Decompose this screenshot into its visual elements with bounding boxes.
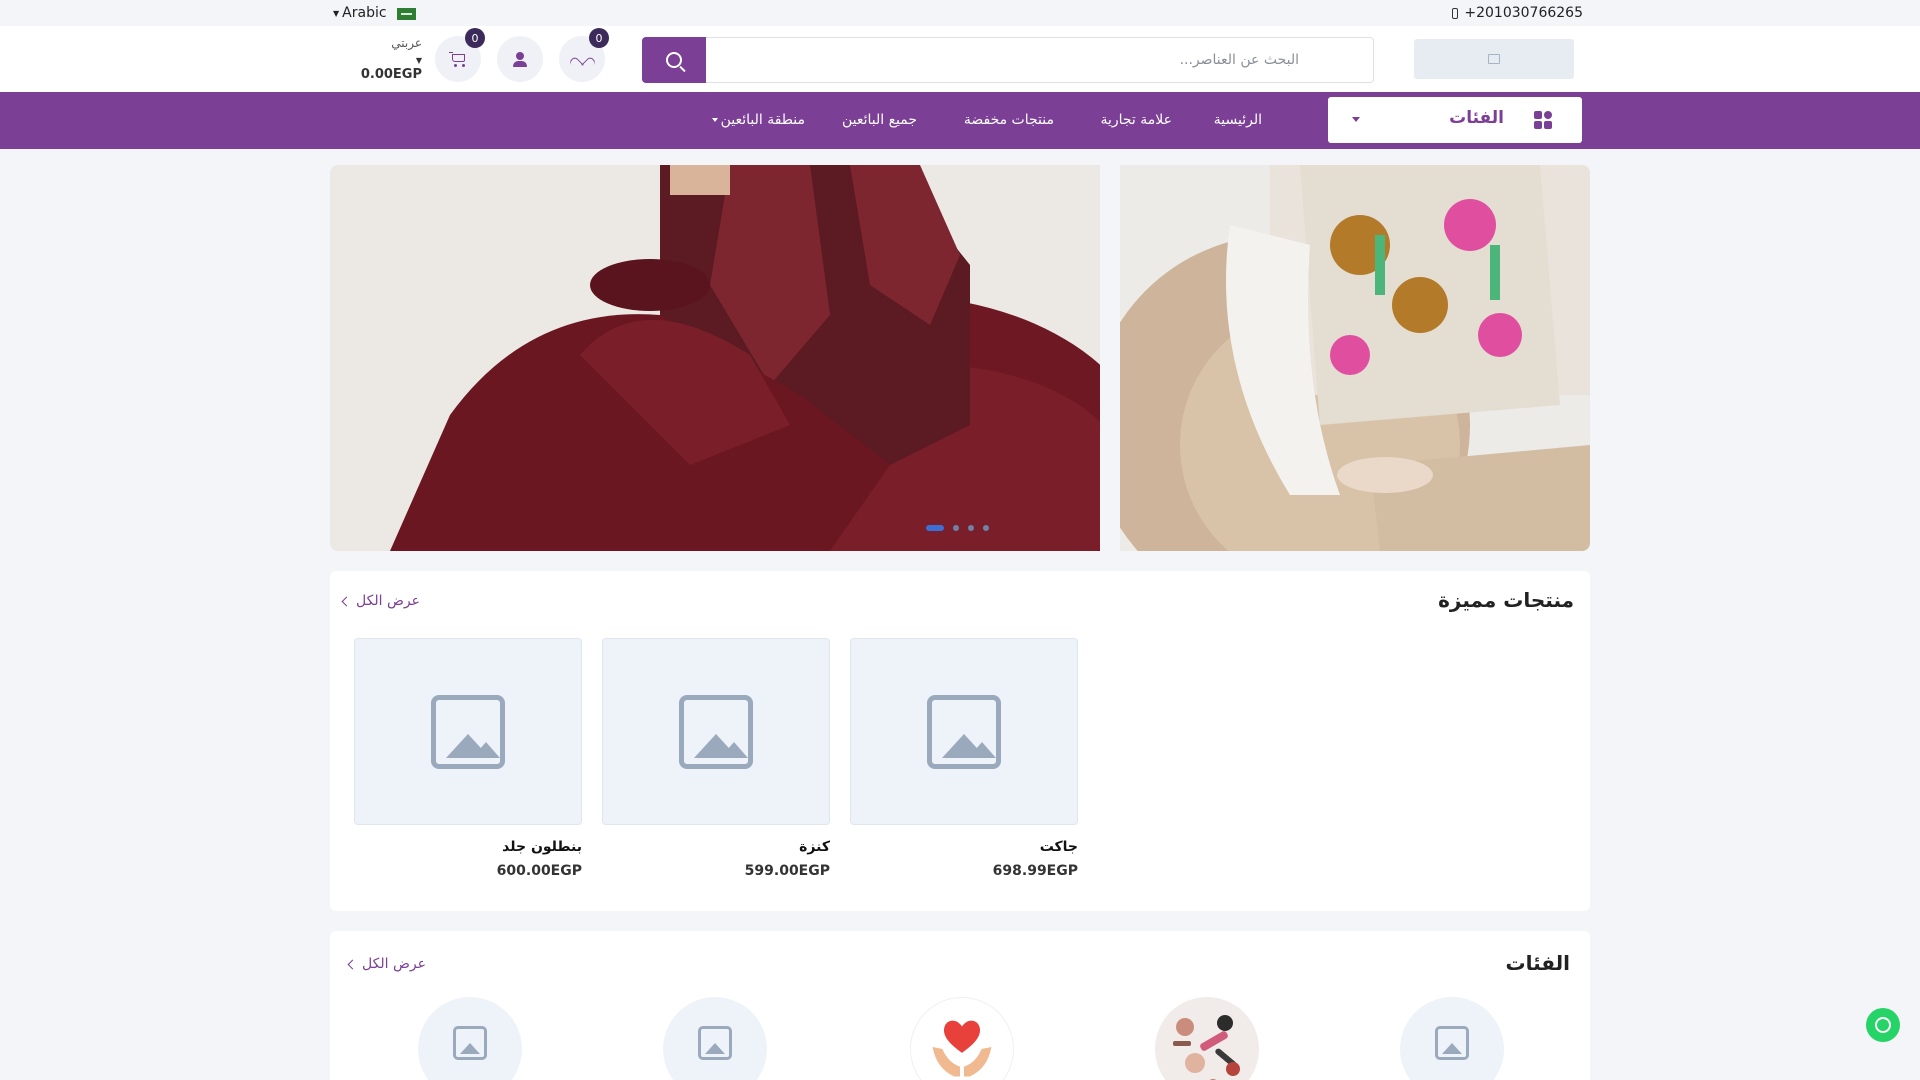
product-image xyxy=(602,638,830,825)
product-name[interactable]: كنزة xyxy=(602,839,830,855)
product-card[interactable]: جاكت 698.99EGP xyxy=(850,638,1078,879)
search-input[interactable] xyxy=(707,38,1367,82)
search-icon xyxy=(666,52,682,68)
carousel-dot-2[interactable] xyxy=(953,525,959,531)
image-placeholder-icon xyxy=(679,694,753,769)
top-info-bar: +201030766265 ▼ Arabic xyxy=(0,0,1920,26)
carousel-indicators xyxy=(926,525,989,531)
view-all-label: عرض الكل xyxy=(356,593,420,609)
cart-summary[interactable]: عربتي ▼ 0.00EGP xyxy=(352,36,422,82)
carousel-dot-3[interactable] xyxy=(968,525,974,531)
featured-title: منتجات مميزة xyxy=(1438,588,1574,612)
product-name[interactable]: جاكت xyxy=(850,839,1078,855)
hero-slide-side[interactable] xyxy=(1120,165,1590,551)
product-price: 599.00EGP xyxy=(744,863,830,879)
search-button[interactable] xyxy=(642,37,706,83)
whatsapp-icon xyxy=(1875,1017,1891,1033)
image-placeholder-icon xyxy=(927,694,1001,769)
store-logo[interactable] xyxy=(1414,39,1574,79)
carousel-dot-4[interactable] xyxy=(983,525,989,531)
chevron-left-icon xyxy=(347,959,358,969)
image-placeholder-icon xyxy=(1488,54,1500,64)
image-placeholder-icon xyxy=(453,1026,487,1060)
caret-down-icon: ▼ xyxy=(333,8,340,18)
knit-vest-photo xyxy=(1120,165,1590,551)
product-price: 698.99EGP xyxy=(992,863,1078,879)
nav-link-seller-zone[interactable]: منطقة البائعين xyxy=(711,112,805,128)
header: 0 0 عربتي ▼ 0.00EGP xyxy=(0,26,1920,92)
main-navigation: الفئات الرئيسية علامة تجارية منتجات مخفض… xyxy=(0,92,1920,149)
categories-title: الفئات xyxy=(1505,951,1570,975)
nav-link-home[interactable]: الرئيسية xyxy=(1214,112,1262,128)
grid-icon xyxy=(1534,111,1552,129)
cart-button[interactable]: 0 xyxy=(435,28,485,82)
product-image xyxy=(354,638,582,825)
language-selector[interactable]: ▼ Arabic xyxy=(333,5,387,21)
carousel-dot-1[interactable] xyxy=(926,525,944,531)
nav-link-discounted[interactable]: منتجات مخفضة xyxy=(964,112,1054,128)
saudi-flag-icon xyxy=(397,8,416,20)
product-card[interactable]: كنزة 599.00EGP xyxy=(602,638,830,879)
featured-view-all[interactable]: عرض الكل xyxy=(341,593,420,609)
product-image xyxy=(850,638,1078,825)
phone-contact[interactable]: +201030766265 xyxy=(1452,5,1583,21)
cart-count-badge: 0 xyxy=(465,28,485,48)
wishlist-button[interactable]: 0 xyxy=(559,28,609,82)
categories-view-all[interactable]: عرض الكل xyxy=(347,956,426,972)
account-button[interactable] xyxy=(497,36,543,82)
view-all-label: عرض الكل xyxy=(362,956,426,972)
product-card[interactable]: بنطلون جلد 600.00EGP xyxy=(354,638,582,879)
cart-label: عربتي xyxy=(391,36,422,50)
image-placeholder-icon xyxy=(1435,1026,1469,1060)
phone-number: +201030766265 xyxy=(1464,5,1583,21)
heart-icon xyxy=(574,51,590,67)
user-icon xyxy=(513,51,527,67)
product-price: 600.00EGP xyxy=(496,863,582,879)
caret-down-icon xyxy=(1352,117,1360,122)
categories-dropdown[interactable]: الفئات xyxy=(1328,97,1582,143)
burgundy-jacket-photo xyxy=(330,165,1100,551)
chevron-left-icon xyxy=(341,596,352,606)
categories-label: الفئات xyxy=(1449,108,1504,128)
whatsapp-chat-button[interactable] xyxy=(1866,1008,1900,1042)
wishlist-count-badge: 0 xyxy=(589,28,609,48)
image-placeholder-icon xyxy=(698,1026,732,1060)
nav-link-brands[interactable]: علامة تجارية xyxy=(1100,112,1172,128)
search-bar xyxy=(642,37,1374,83)
cart-icon xyxy=(449,51,467,67)
language-label: Arabic xyxy=(342,5,387,21)
cart-total: ▼ 0.00EGP xyxy=(360,56,422,82)
hero-slide-main[interactable] xyxy=(330,165,1100,551)
product-name[interactable]: بنطلون جلد xyxy=(354,839,582,855)
phone-icon xyxy=(1452,7,1459,19)
image-placeholder-icon xyxy=(431,694,505,769)
caret-down-icon xyxy=(711,118,718,122)
nav-link-all-sellers[interactable]: جميع البائعين xyxy=(842,112,917,128)
